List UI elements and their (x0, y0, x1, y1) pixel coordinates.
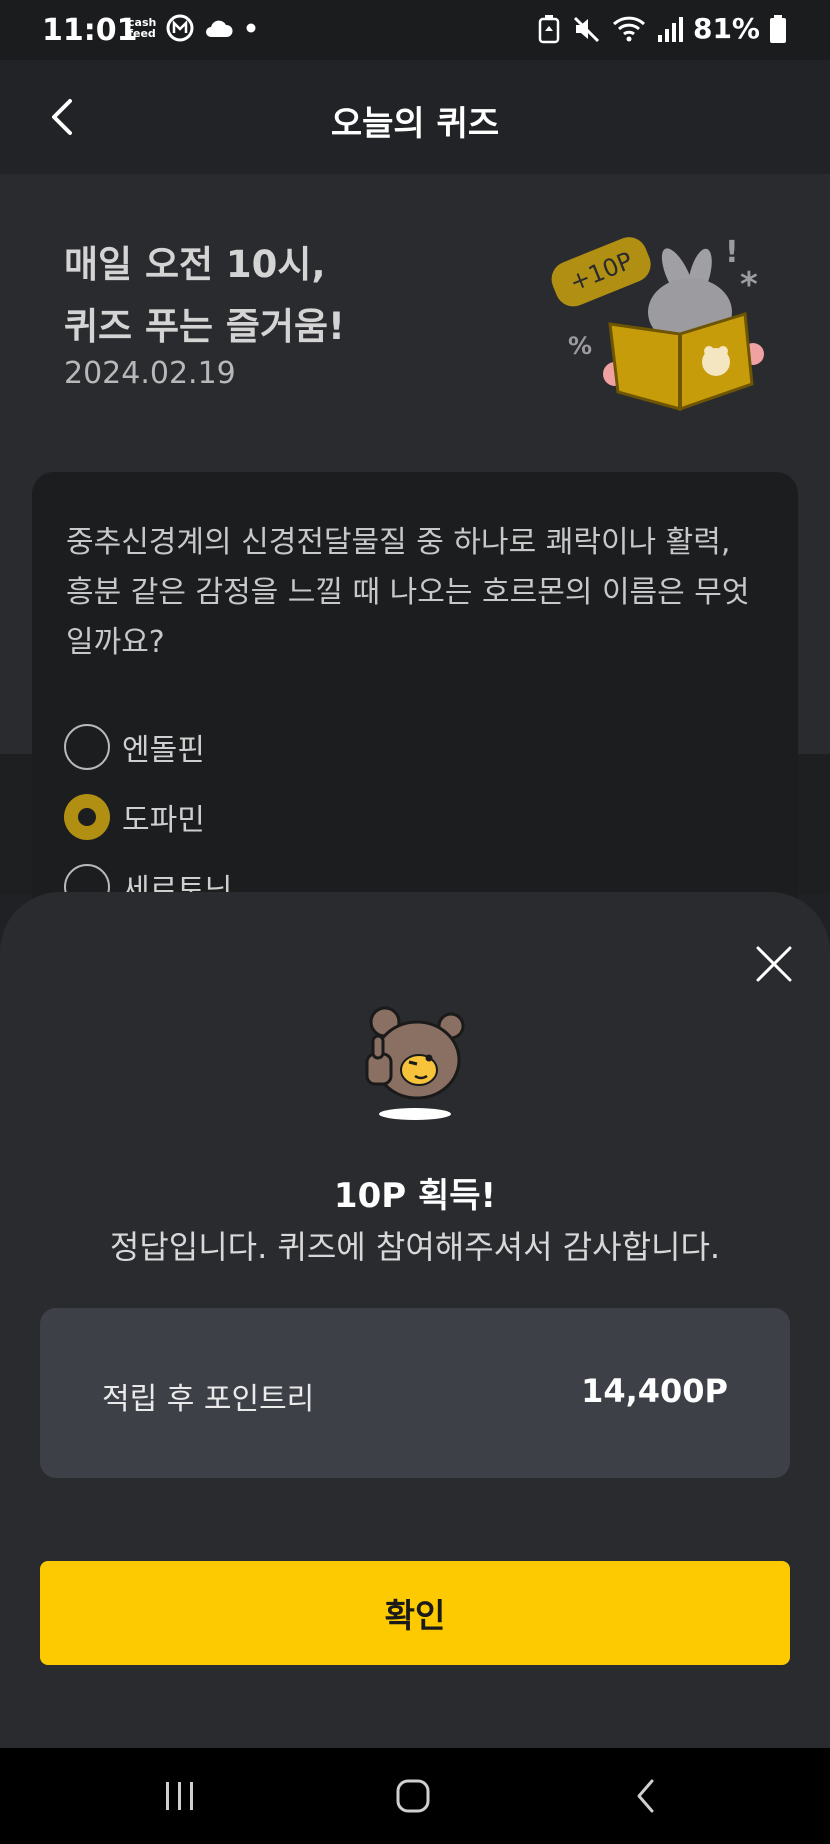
option-1[interactable]: 엔돌핀 (64, 724, 205, 770)
status-bar: 11:01 cash feed 81% (0, 0, 830, 60)
svg-text:%: % (568, 332, 592, 360)
bunny-reading-illustration: +10P ! * % (551, 235, 764, 412)
home-button[interactable] (373, 1748, 453, 1844)
back-icon (637, 1779, 654, 1813)
system-nav-bar (0, 1748, 830, 1844)
recent-apps-button[interactable] (140, 1748, 220, 1844)
app-bar: 오늘의 퀴즈 (0, 60, 830, 174)
close-icon[interactable] (752, 942, 796, 986)
svg-text:*: * (740, 265, 758, 305)
option-label: 엔돌핀 (122, 733, 205, 768)
radio-selected-icon[interactable] (64, 794, 110, 840)
points-label: 적립 후 포인트리 (102, 1382, 315, 1417)
option-label: 도파민 (122, 803, 205, 838)
dot-icon (246, 23, 256, 33)
battery-saver-icon (538, 14, 560, 43)
option-2[interactable]: 도파민 (64, 794, 205, 840)
points-summary-box: 적립 후 포인트리 14,400P (40, 1308, 790, 1478)
m-circle-icon (166, 14, 194, 42)
headline-line-1: 매일 오전 10시, (64, 243, 326, 286)
quiz-question: 중추신경계의 신경전달물질 중 하나로 쾌락이나 활력, 흥분 같은 감정을 느… (66, 525, 750, 660)
battery-icon (770, 14, 786, 43)
confirm-button[interactable]: 확인 (40, 1561, 790, 1665)
quiz-headline: 매일 오전 10시, 퀴즈 푸는 즐거움! (64, 234, 345, 358)
system-back-button[interactable] (606, 1748, 686, 1844)
battery-percent: 81% (692, 12, 760, 45)
headline-line-2: 퀴즈 푸는 즐거움! (64, 305, 345, 348)
wifi-icon (612, 16, 645, 41)
recent-apps-icon (166, 1782, 193, 1810)
status-time: 11:01 (42, 13, 138, 48)
result-bottom-sheet: 10P 획득! 정답입니다. 퀴즈에 참여해주셔서 감사합니다. 적립 후 포인… (0, 892, 830, 1748)
reward-title: 10P 획득! (333, 1176, 497, 1216)
page-title: 오늘의 퀴즈 (330, 104, 500, 144)
quiz-date: 2024.02.19 (64, 356, 236, 391)
cashfeed-icon-bottom: feed (128, 27, 156, 40)
reward-message: 정답입니다. 퀴즈에 참여해주셔서 감사합니다. (109, 1228, 721, 1266)
status-left-icons: cash feed (128, 14, 258, 42)
bear-thumbs-up-illustration (365, 1006, 465, 1120)
cloud-icon (206, 20, 233, 37)
mute-icon (573, 16, 600, 42)
radio-unselected-icon[interactable] (64, 724, 110, 770)
status-right-icons: 81% (537, 12, 786, 45)
home-icon (396, 1779, 430, 1813)
svg-text:!: ! (725, 235, 739, 270)
signal-icon (657, 16, 683, 42)
points-value: 14,400P (581, 1372, 728, 1410)
cashfeed-icon: cash feed (128, 17, 156, 39)
